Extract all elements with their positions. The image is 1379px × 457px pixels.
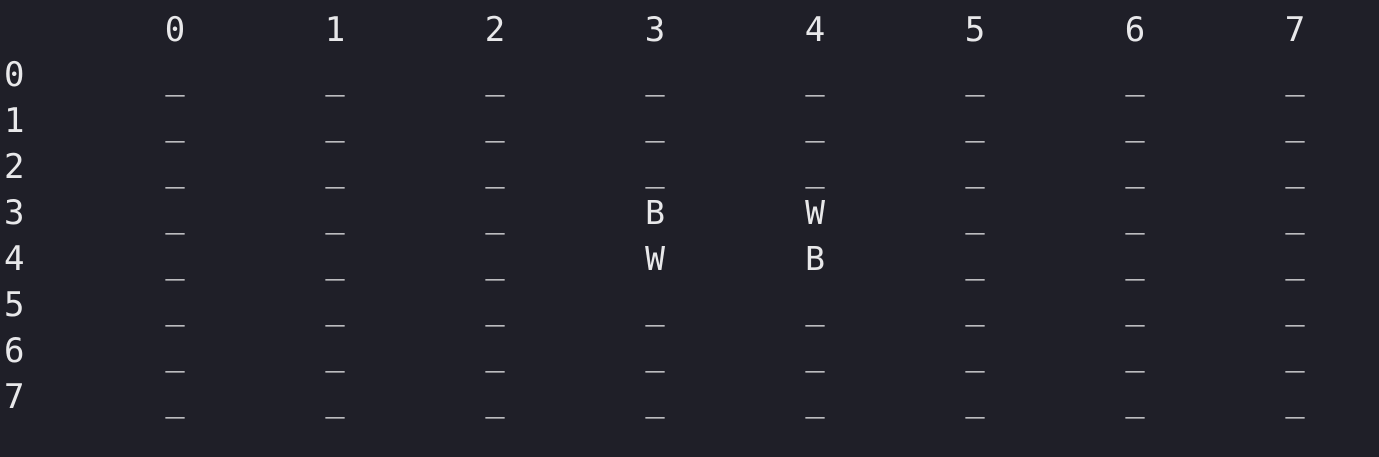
column-header-6: 6: [1124, 10, 1146, 50]
board-cell-0-3: _: [645, 59, 665, 97]
board-cell-5-4: _: [805, 289, 825, 327]
board-cell-7-3: _: [645, 381, 665, 419]
board-cell-4-3: W: [645, 239, 665, 278]
board-cell-3-2: _: [485, 197, 505, 235]
board-cell-0-2: _: [485, 59, 505, 97]
board-cell-2-2: _: [485, 151, 505, 189]
board-cell-4-5: _: [965, 243, 985, 281]
board-cell-2-0: _: [165, 151, 185, 189]
column-header-2: 2: [484, 10, 506, 50]
board-cell-5-6: _: [1125, 289, 1145, 327]
board-cell-0-1: _: [325, 59, 345, 97]
row-label-7: 7: [4, 377, 25, 417]
row-label-5: 5: [4, 285, 25, 325]
board-cell-1-3: _: [645, 105, 665, 143]
board-cell-2-4: _: [805, 151, 825, 189]
column-header-0: 0: [164, 10, 186, 50]
column-header-5: 5: [964, 10, 986, 50]
board-cell-3-0: _: [165, 197, 185, 235]
row-label-0: 0: [4, 55, 25, 95]
board-cell-0-4: _: [805, 59, 825, 97]
board-cell-7-5: _: [965, 381, 985, 419]
board-cell-0-0: _: [165, 59, 185, 97]
board-cell-4-2: _: [485, 243, 505, 281]
board-cell-2-3: _: [645, 151, 665, 189]
board-cell-7-1: _: [325, 381, 345, 419]
board-cell-0-6: _: [1125, 59, 1145, 97]
board-cell-5-1: _: [325, 289, 345, 327]
board-cell-3-5: _: [965, 197, 985, 235]
board-cell-6-3: _: [645, 335, 665, 373]
board-cell-4-7: _: [1285, 243, 1305, 281]
board-cell-6-7: _: [1285, 335, 1305, 373]
board-cell-5-5: _: [965, 289, 985, 327]
board-cell-4-4: B: [805, 239, 825, 278]
board-cell-1-0: _: [165, 105, 185, 143]
board-cell-3-7: _: [1285, 197, 1305, 235]
row-label-1: 1: [4, 101, 25, 141]
row-label-6: 6: [4, 331, 25, 371]
board-cell-7-6: _: [1125, 381, 1145, 419]
board-cell-6-0: _: [165, 335, 185, 373]
board-cell-2-7: _: [1285, 151, 1305, 189]
column-header-7: 7: [1284, 10, 1306, 50]
row-label-4: 4: [4, 239, 25, 279]
row-label-2: 2: [4, 147, 25, 187]
board-cell-1-5: _: [965, 105, 985, 143]
board-cell-7-2: _: [485, 381, 505, 419]
board-cell-5-3: _: [645, 289, 665, 327]
board-cell-5-7: _: [1285, 289, 1305, 327]
board-cell-4-0: _: [165, 243, 185, 281]
board-cell-7-0: _: [165, 381, 185, 419]
board-cell-6-5: _: [965, 335, 985, 373]
board-cell-6-1: _: [325, 335, 345, 373]
board-cell-4-1: _: [325, 243, 345, 281]
board-cell-5-2: _: [485, 289, 505, 327]
board-cell-5-0: _: [165, 289, 185, 327]
board-cell-1-7: _: [1285, 105, 1305, 143]
row-label-3: 3: [4, 193, 25, 233]
column-header-1: 1: [324, 10, 346, 50]
board-cell-6-4: _: [805, 335, 825, 373]
board-cell-0-7: _: [1285, 59, 1305, 97]
board-cell-2-6: _: [1125, 151, 1145, 189]
board-cell-3-1: _: [325, 197, 345, 235]
board-cell-2-5: _: [965, 151, 985, 189]
board-cell-1-6: _: [1125, 105, 1145, 143]
board-cell-7-4: _: [805, 381, 825, 419]
column-header-4: 4: [804, 10, 826, 50]
board-cell-4-6: _: [1125, 243, 1145, 281]
board-cell-3-3: B: [645, 193, 665, 232]
board-cell-3-4: W: [805, 193, 825, 232]
board-cell-1-1: _: [325, 105, 345, 143]
column-header-3: 3: [644, 10, 666, 50]
board-cell-3-6: _: [1125, 197, 1145, 235]
board-cell-1-4: _: [805, 105, 825, 143]
board-cell-2-1: _: [325, 151, 345, 189]
board-cell-6-6: _: [1125, 335, 1145, 373]
board-cell-1-2: _: [485, 105, 505, 143]
terminal-output: 0 1 2 3 4 5 6 7 0 _ _ _ _ _ _ _ _ 1 _ _ _ _ _ _ _ _ 2 _ _ _ _ _ _ _ _ 3 _ _ _ B…: [0, 0, 1379, 457]
board-cell-7-7: _: [1285, 381, 1305, 419]
board-cell-6-2: _: [485, 335, 505, 373]
board-cell-0-5: _: [965, 59, 985, 97]
